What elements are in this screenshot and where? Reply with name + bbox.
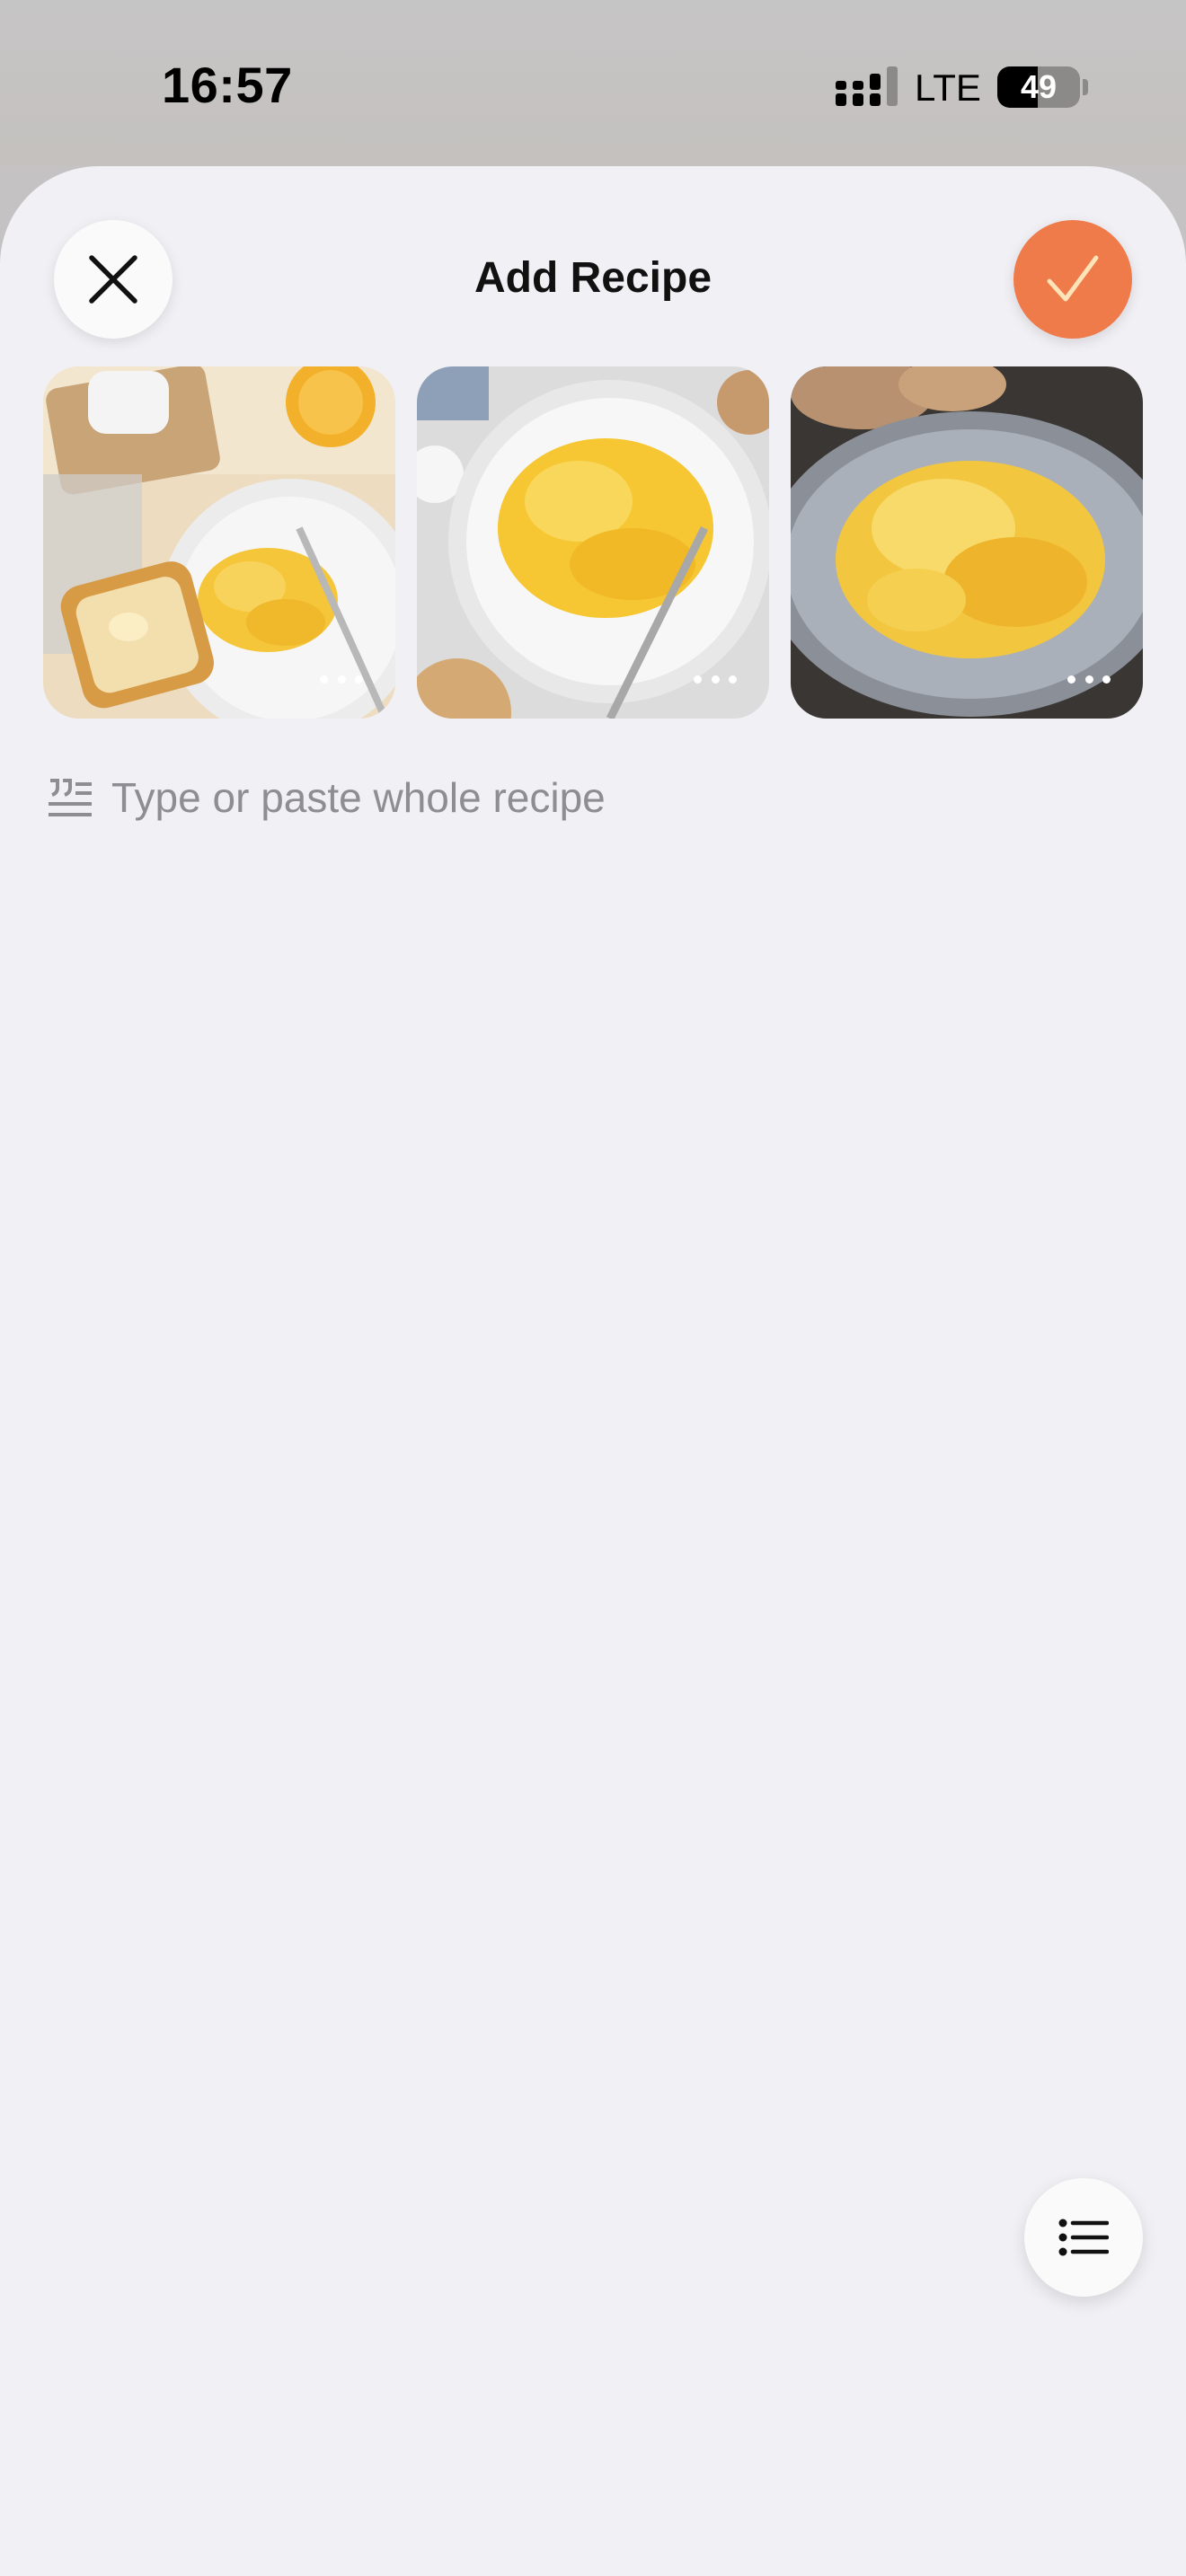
- page-title: Add Recipe: [474, 254, 712, 302]
- more-dots-icon[interactable]: [694, 675, 737, 684]
- list-button[interactable]: [1024, 2178, 1143, 2297]
- list-icon: [1058, 2219, 1109, 2256]
- cellular-signal-icon: [836, 66, 898, 106]
- battery-cap: [1083, 79, 1088, 95]
- add-recipe-sheet: Add Recipe Type or paste whole recipe: [0, 166, 1186, 2576]
- battery-icon: 49: [997, 66, 1080, 108]
- photo-image: [791, 366, 1143, 719]
- photo-scrambled-eggs-white-plate[interactable]: [417, 366, 769, 719]
- paste-text-icon: [49, 779, 92, 816]
- confirm-button[interactable]: [1013, 220, 1132, 339]
- photo-scrambled-eggs-with-toast[interactable]: [43, 366, 395, 719]
- photo-scrambled-eggs-gray-plate[interactable]: [791, 366, 1143, 719]
- checkmark-icon: [1047, 255, 1099, 302]
- more-dots-icon[interactable]: [1067, 675, 1111, 684]
- more-dots-icon[interactable]: [320, 675, 363, 684]
- photo-image: [43, 366, 395, 719]
- battery-level: 49: [1020, 68, 1058, 105]
- network-type: LTE: [915, 66, 981, 109]
- status-time: 16:57: [162, 57, 293, 113]
- photo-image: [417, 366, 769, 719]
- status-bar: 16:57 LTE 49: [0, 0, 1186, 166]
- recipe-text-input[interactable]: Type or paste whole recipe: [47, 766, 1125, 829]
- recipe-input-placeholder: Type or paste whole recipe: [111, 774, 606, 821]
- photo-strip: [43, 366, 1143, 719]
